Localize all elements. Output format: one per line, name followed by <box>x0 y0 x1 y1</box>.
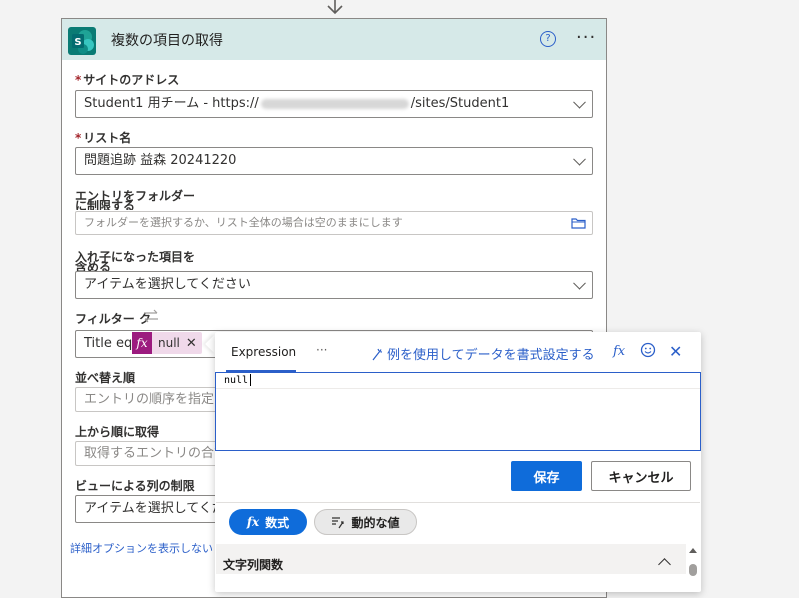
popup-divider <box>216 502 700 503</box>
view-placeholder: アイテムを選択してくだ <box>84 501 220 516</box>
site-address-label-text: サイトのアドレス <box>83 73 180 87</box>
chevron-down-icon <box>573 276 586 290</box>
order-by-label: 並べ替え順 <box>75 371 136 385</box>
folder-input[interactable]: フォルダーを選択するか、リスト全体の場合は空のままにします <box>75 211 593 235</box>
expression-code[interactable]: null <box>224 375 248 386</box>
order-by-input[interactable]: エントリの順序を指定 <box>75 387 220 412</box>
expression-token[interactable]: fx null ✕ <box>132 332 202 354</box>
dynamic-content-icon <box>332 516 345 528</box>
folder-icon[interactable] <box>571 217 586 229</box>
format-by-example-link[interactable]: 例を使用してデータを書式設定する <box>371 344 595 363</box>
required-marker: * <box>75 73 82 87</box>
site-address-label: * サイトのアドレス <box>75 71 179 88</box>
top-count-input[interactable]: 取得するエントリの合計 <box>75 441 220 466</box>
list-name-label: * リスト名 <box>75 129 131 146</box>
chevron-down-icon <box>573 152 586 166</box>
close-icon[interactable]: ✕ <box>669 342 682 361</box>
connector-arrow-icon <box>327 0 343 15</box>
logo-letter: S <box>74 37 81 48</box>
fx-icon[interactable]: fx <box>613 344 625 359</box>
view-limit-label: ビューによる列の制限 <box>75 479 195 493</box>
text-cursor <box>250 374 251 386</box>
list-name-label-text: リスト名 <box>83 131 132 145</box>
folder-label-line2: に制限する <box>75 200 136 210</box>
fx-icon: fx <box>246 515 260 529</box>
formula-tab-pill[interactable]: fx 数式 <box>229 509 307 535</box>
fx-icon: fx <box>132 332 152 354</box>
more-options-icon[interactable]: ··· <box>576 27 596 48</box>
token-label: null <box>158 336 180 350</box>
scrollbar-thumb[interactable] <box>689 564 697 576</box>
list-name-dropdown[interactable]: 問題追跡 益森 20241220 <box>75 147 593 175</box>
order-placeholder: エントリの順序を指定 <box>84 392 215 407</box>
format-by-example-text: 例を使用してデータを書式設定する <box>387 348 595 363</box>
required-marker: * <box>75 131 82 145</box>
smiley-feedback-icon[interactable] <box>640 342 656 358</box>
cancel-button[interactable]: キャンセル <box>591 461 691 491</box>
scroll-up-arrow[interactable] <box>689 548 697 553</box>
nested-items-dropdown[interactable]: アイテムを選択してください <box>75 271 593 299</box>
tab-more-icon[interactable]: ··· <box>316 343 327 357</box>
list-name-value: 問題追跡 益森 20241220 <box>84 153 237 168</box>
sharepoint-logo-icon: S <box>68 27 96 55</box>
site-address-suffix: /sites/Student1 <box>410 96 510 111</box>
view-limit-dropdown[interactable]: アイテムを選択してくだ <box>75 495 220 523</box>
string-functions-section[interactable] <box>216 544 686 574</box>
filter-query-label: フィルター ク <box>75 312 151 326</box>
editor-line-divider <box>216 388 700 389</box>
dynamic-pill-label: 動的な値 <box>351 515 400 530</box>
string-functions-title: 文字列関数 <box>223 558 284 572</box>
swap-icon[interactable] <box>142 309 160 323</box>
site-address-prefix: Student1 用チーム - https:// <box>84 96 259 111</box>
blurred-domain <box>260 98 409 109</box>
card-title[interactable]: 複数の項目の取得 <box>111 30 223 50</box>
top-placeholder: 取得するエントリの合計 <box>84 446 220 461</box>
expression-editor[interactable] <box>215 372 701 451</box>
nested-label-line2: 含める <box>75 261 112 271</box>
top-count-label: 上から順に取得 <box>75 425 160 439</box>
remove-token-icon[interactable]: ✕ <box>186 336 202 351</box>
chevron-down-icon <box>573 95 586 109</box>
dynamic-content-tab-pill[interactable]: 動的な値 <box>314 509 417 535</box>
formula-pill-label: 数式 <box>265 515 290 530</box>
help-icon[interactable]: ? <box>540 31 556 47</box>
nested-placeholder: アイテムを選択してください <box>84 277 251 292</box>
site-address-dropdown[interactable]: Student1 用チーム - https:// /sites/Student1 <box>75 90 593 118</box>
wand-icon <box>372 348 383 361</box>
hide-advanced-link[interactable]: 詳細オプションを表示しない <box>70 540 213 556</box>
tab-expression[interactable]: Expression <box>231 345 296 359</box>
filter-query-text: Title eq <box>84 336 133 351</box>
save-button[interactable]: 保存 <box>511 461 582 491</box>
folder-placeholder: フォルダーを選択するか、リスト全体の場合は空のままにします <box>84 216 403 229</box>
